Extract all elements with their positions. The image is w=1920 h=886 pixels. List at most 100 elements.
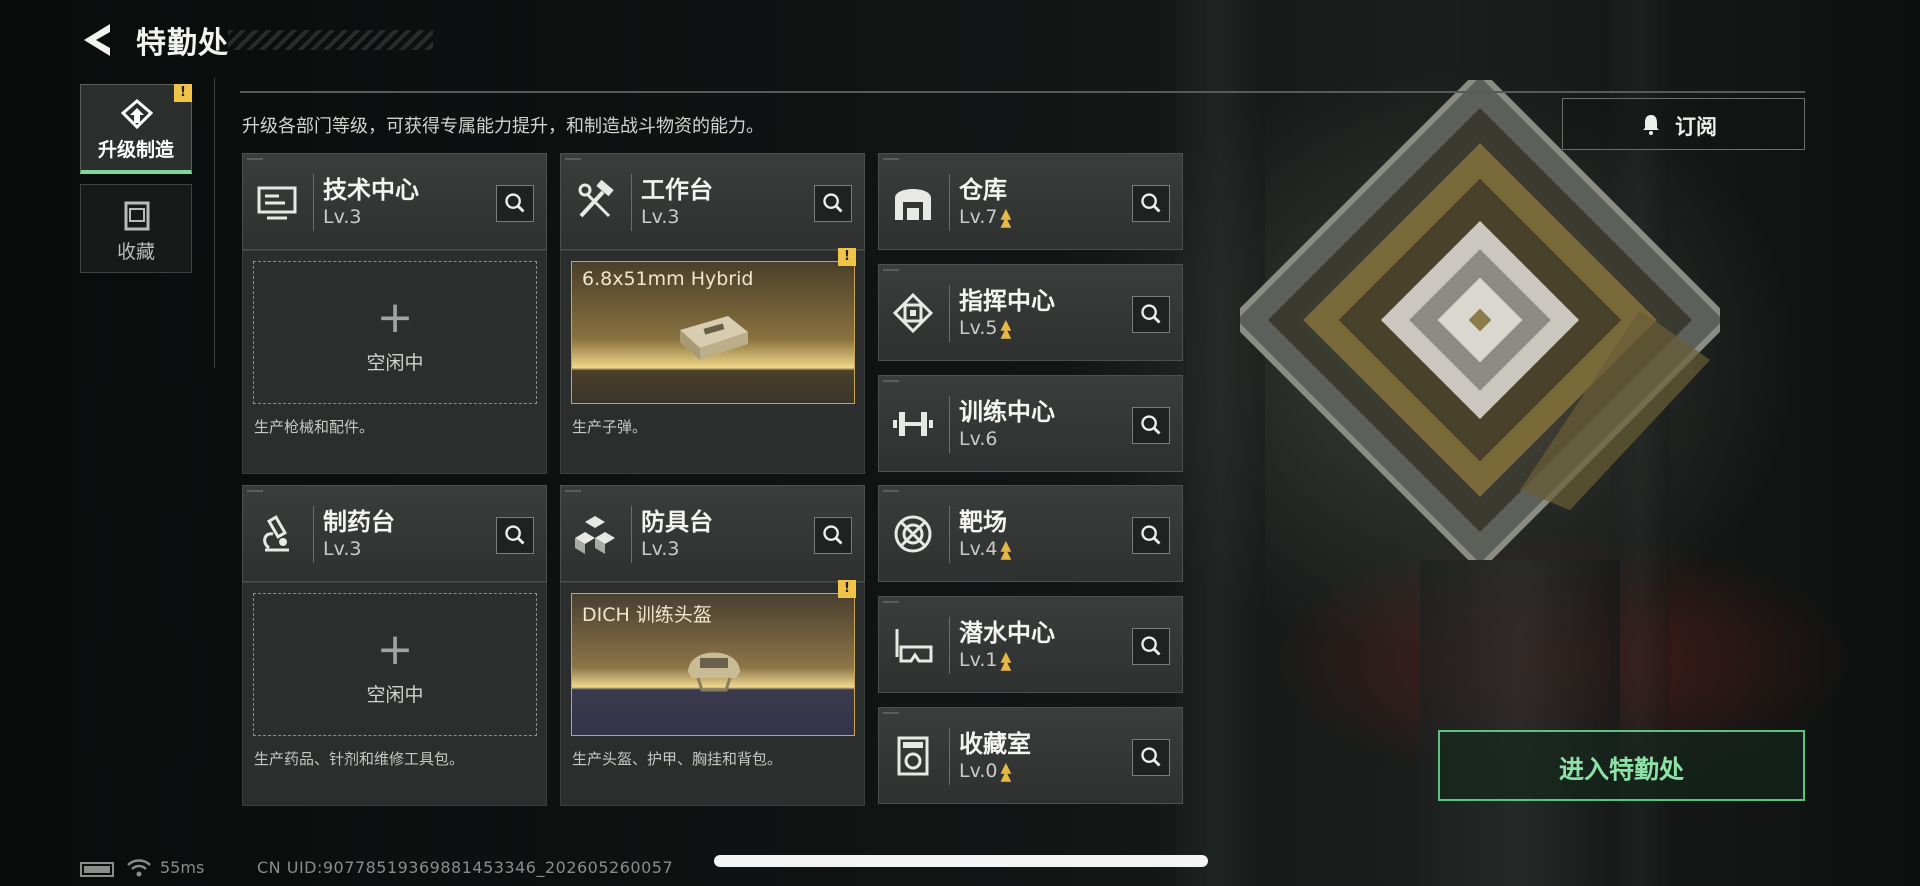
enter-special-ops-button[interactable]: 进入特勤处 — [1438, 730, 1805, 801]
idle-slot[interactable]: + 空闲中 — [253, 593, 537, 736]
card-divider — [949, 174, 950, 231]
collection-icon — [124, 201, 150, 231]
upgrade-chevron-icon: ▲ ▲ — [1000, 205, 1012, 230]
card-divider — [949, 506, 950, 563]
search-icon[interactable] — [1132, 185, 1170, 222]
search-icon[interactable] — [1132, 517, 1170, 554]
facility-name: 收藏室 — [959, 730, 1031, 758]
workshop-name: 技术中心 — [323, 176, 419, 204]
search-icon[interactable] — [814, 185, 852, 222]
search-icon[interactable] — [1132, 739, 1170, 776]
search-icon[interactable] — [814, 517, 852, 554]
user-uid: CN UID:90778519369881453346_202605260057 — [257, 858, 674, 877]
level-text: Lv.4 — [959, 538, 998, 560]
facility-card-command-center[interactable]: 指挥中心 Lv.5 ▲ ▲ — [878, 264, 1183, 361]
production-item[interactable]: 6.8x51mm Hybrid — [571, 261, 855, 404]
workshop-level: Lv.3 — [323, 206, 362, 228]
facility-card-training-center[interactable]: 训练中心 Lv.6 — [878, 375, 1183, 472]
facility-level: Lv.4 ▲ ▲ — [959, 538, 1011, 561]
workshop-level: Lv.3 — [641, 206, 680, 228]
facility-level: Lv.0 ▲ ▲ — [959, 759, 1012, 784]
command-center-icon — [892, 292, 934, 334]
upgrade-icon — [121, 99, 153, 130]
facility-card-warehouse[interactable]: 仓库 Lv.7 ▲ ▲ — [878, 153, 1183, 250]
battery-icon — [80, 862, 114, 877]
workshop-card-workbench[interactable]: 工作台 Lv.3 — [560, 153, 865, 250]
bell-icon — [1643, 115, 1659, 135]
corner-tick — [565, 158, 581, 160]
warning-badge: ! — [838, 580, 856, 598]
workshop-card-tech-center[interactable]: 技术中心 Lv.3 — [242, 153, 547, 250]
facility-name: 仓库 — [959, 176, 1007, 204]
workbench-icon — [578, 180, 614, 218]
shooting-range-icon — [894, 515, 932, 553]
subscribe-button[interactable]: 订阅 — [1562, 98, 1805, 150]
search-icon[interactable] — [1132, 628, 1170, 665]
facility-name: 指挥中心 — [959, 287, 1055, 315]
headquarters-cube-artwork — [1240, 80, 1720, 560]
facility-level: Lv.5 ▲ ▲ — [959, 317, 1011, 340]
production-title: 6.8x51mm Hybrid — [582, 268, 754, 290]
slot-description: 生产枪械和配件。 — [254, 418, 375, 436]
warning-badge: ! — [174, 84, 192, 102]
slot-description: 生产子弹。 — [572, 418, 648, 436]
tech-center-icon — [257, 186, 297, 220]
card-divider — [313, 506, 314, 563]
collection-room-icon — [897, 736, 929, 776]
card-divider — [949, 396, 950, 453]
workshop-level: Lv.3 — [641, 538, 680, 560]
armor-bench-icon — [575, 516, 615, 554]
diving-center-icon — [895, 629, 933, 663]
training-center-icon — [893, 412, 933, 436]
production-title: DICH 训练头盔 — [582, 604, 712, 626]
corner-tick — [565, 490, 581, 492]
facility-card-diving-center[interactable]: 潜水中心 Lv.1 ▲ ▲ — [878, 596, 1183, 693]
facility-level: Lv.6 — [959, 428, 998, 450]
nav-item-collection[interactable]: 收藏 — [80, 184, 192, 273]
pharmacy-icon — [263, 515, 289, 552]
nav-item-upgrade[interactable]: 升级制造 ! — [80, 84, 192, 174]
slot-description: 生产药品、针剂和维修工具包。 — [254, 750, 465, 768]
workshop-level: Lv.3 — [323, 538, 362, 560]
card-divider — [949, 728, 950, 785]
search-icon[interactable] — [496, 185, 534, 222]
facility-name: 训练中心 — [959, 398, 1055, 426]
facility-card-collection-room[interactable]: 收藏室 Lv.0 ▲ ▲ — [878, 707, 1183, 804]
workshop-slot-workbench[interactable]: 6.8x51mm Hybrid ! 生产子弹。 — [560, 248, 865, 474]
workshop-slot-tech-center[interactable]: + 空闲中 生产枪械和配件。 — [242, 250, 547, 474]
workshop-name: 防具台 — [641, 508, 713, 536]
back-arrow-icon[interactable] — [80, 22, 114, 58]
helmet-icon — [688, 652, 740, 692]
card-divider — [949, 617, 950, 674]
search-icon[interactable] — [1132, 407, 1170, 444]
production-item[interactable]: DICH 训练头盔 — [571, 593, 855, 736]
warehouse-icon — [895, 189, 931, 220]
search-icon[interactable] — [496, 517, 534, 554]
level-text: Lv.0 — [959, 760, 998, 782]
workshop-card-armor-bench[interactable]: 防具台 Lv.3 — [560, 485, 865, 582]
facility-card-shooting-range[interactable]: 靶场 Lv.4 ▲ ▲ — [878, 485, 1183, 582]
facility-level: Lv.7 ▲ ▲ — [959, 205, 1012, 230]
plus-icon: + — [376, 292, 414, 343]
workshop-name: 制药台 — [323, 508, 395, 536]
workshop-slot-pharmacy[interactable]: + 空闲中 生产药品、针剂和维修工具包。 — [242, 582, 547, 806]
level-text: Lv.1 — [959, 649, 998, 671]
upgrade-chevron-icon: ▲ ▲ — [1000, 759, 1012, 784]
corner-tick — [883, 712, 899, 714]
workshop-slot-armor-bench[interactable]: DICH 训练头盔 ! 生产头盔、护甲、胸挂和背包。 — [560, 580, 865, 806]
ammo-box-icon — [680, 316, 748, 360]
card-divider — [313, 174, 314, 231]
corner-tick — [247, 158, 263, 160]
corner-tick — [247, 490, 263, 492]
corner-tick — [883, 158, 899, 160]
nav-label-upgrade: 升级制造 — [97, 139, 174, 161]
facility-name: 潜水中心 — [959, 619, 1055, 647]
corner-tick — [883, 490, 899, 492]
corner-tick — [883, 269, 899, 271]
idle-slot[interactable]: + 空闲中 — [253, 261, 537, 404]
enter-button-label: 进入特勤处 — [1558, 755, 1684, 784]
workshop-card-pharmacy[interactable]: 制药台 Lv.3 — [242, 485, 547, 582]
nav-label-collection: 收藏 — [116, 241, 155, 263]
home-indicator[interactable] — [714, 855, 1208, 867]
search-icon[interactable] — [1132, 296, 1170, 333]
